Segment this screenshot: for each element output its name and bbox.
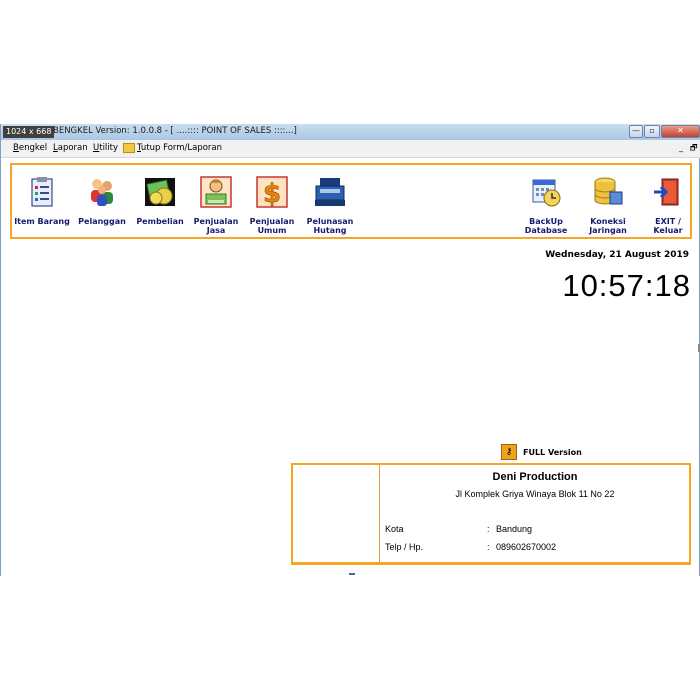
main-window: 1024 x 668 BENGKEL Version: 1.0.0.8 - [ … bbox=[0, 124, 700, 576]
menu-bar: Bengkel Laporan Utility Tutup Form/Lapor… bbox=[1, 140, 700, 158]
checklist-icon bbox=[31, 177, 53, 207]
menu-bengkel[interactable]: Bengkel bbox=[13, 143, 47, 153]
database-icon bbox=[594, 177, 623, 205]
folder-icon bbox=[123, 143, 135, 153]
current-time-clock: 10:57:18 bbox=[562, 268, 691, 303]
license-label: FULL Version bbox=[523, 447, 582, 457]
close-button[interactable]: ✕ bbox=[661, 125, 700, 138]
item-barang-button[interactable]: Item Barang bbox=[12, 165, 72, 237]
minimize-button[interactable]: — bbox=[629, 125, 643, 138]
cash-register-icon bbox=[315, 178, 345, 206]
menu-laporan[interactable]: Laporan bbox=[53, 143, 88, 153]
money-icon bbox=[145, 178, 175, 206]
phone-separator: : bbox=[487, 542, 490, 552]
window-title: BENGKEL Version: 1.0.0.8 - [ ....:::: PO… bbox=[53, 126, 297, 136]
city-separator: : bbox=[487, 524, 490, 534]
pelanggan-button[interactable]: Pelanggan bbox=[72, 165, 132, 237]
maximize-button[interactable]: ▫ bbox=[644, 125, 660, 138]
customers-icon bbox=[91, 179, 113, 206]
menu-utility[interactable]: Utility bbox=[93, 143, 118, 153]
key-icon: ⚷ bbox=[501, 444, 517, 460]
phone-label: Telp / Hp. bbox=[385, 542, 424, 552]
city-label: Kota bbox=[385, 524, 404, 534]
panel-divider bbox=[379, 465, 380, 563]
exit-button[interactable]: EXIT / Keluar bbox=[638, 165, 698, 237]
penjualan-jasa-button[interactable]: Penjualan Jasa bbox=[186, 165, 246, 237]
pembelian-button[interactable]: Pembelian bbox=[130, 165, 190, 237]
status-marker bbox=[349, 573, 355, 575]
current-date: Wednesday, 21 August 2019 bbox=[545, 250, 689, 260]
pelunasan-hutang-button[interactable]: Pelunasan Hutang bbox=[300, 165, 360, 237]
calendar-clock-icon bbox=[532, 179, 561, 207]
license-status: ⚷ FULL Version bbox=[501, 444, 582, 460]
svg-text:$: $ bbox=[263, 179, 281, 208]
company-address: Jl Komplek Griya Winaya Blok 11 No 22 bbox=[455, 489, 615, 499]
menu-tutup-form[interactable]: Tutup Form/Laporan bbox=[123, 143, 222, 153]
company-name: Deni Production bbox=[492, 471, 578, 483]
cashier-icon bbox=[200, 176, 232, 208]
koneksi-jaringan-button[interactable]: Koneksi Jaringan bbox=[578, 165, 638, 237]
main-toolbar: Item Barang Pelanggan Pembelian Penjuala… bbox=[10, 163, 692, 239]
phone-value: 089602670002 bbox=[496, 542, 557, 552]
city-value: Bandung bbox=[496, 524, 533, 534]
mdi-minimize-button[interactable]: _ bbox=[679, 143, 683, 152]
company-info-panel: Deni Production Jl Komplek Griya Winaya … bbox=[291, 463, 691, 565]
penjualan-umum-button[interactable]: $ Penjualan Umum bbox=[242, 165, 302, 237]
backup-database-button[interactable]: BackUp Database bbox=[516, 165, 576, 237]
dollar-icon: $ bbox=[256, 176, 288, 208]
title-bar[interactable]: 1024 x 668 BENGKEL Version: 1.0.0.8 - [ … bbox=[1, 124, 700, 141]
exit-door-icon bbox=[654, 178, 679, 206]
mdi-restore-button[interactable]: 🗗 bbox=[690, 142, 698, 156]
resolution-badge: 1024 x 668 bbox=[3, 126, 55, 138]
